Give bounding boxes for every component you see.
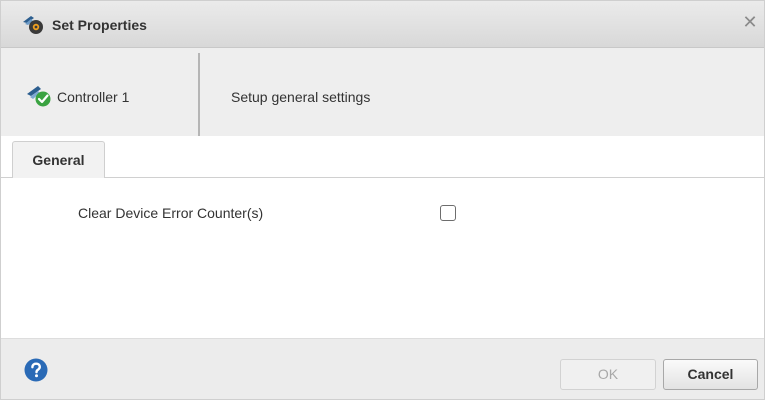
device-name: Controller 1 [57,89,130,105]
dialog-footer: OK Cancel [1,338,764,399]
clear-error-counters-checkbox[interactable] [440,205,456,221]
close-icon[interactable]: ✕ [738,11,762,35]
dialog-title: Set Properties [52,17,147,33]
dialog-titlebar: Set Properties ✕ [1,1,764,48]
controller-ok-icon [26,84,54,108]
help-icon[interactable] [24,358,48,382]
set-properties-dialog: Set Properties ✕ Controller 1 Setup gene… [0,0,765,400]
header-panel: Controller 1 Setup general settings [1,48,764,136]
cancel-button[interactable]: Cancel [663,359,758,390]
settings-gear-icon [21,13,45,35]
header-divider [198,53,200,136]
tab-bar: General [1,136,764,178]
general-tab-content: Clear Device Error Counter(s) [1,178,764,338]
ok-button[interactable]: OK [560,359,656,390]
clear-error-counters-label: Clear Device Error Counter(s) [78,205,264,221]
header-description: Setup general settings [231,89,371,105]
tab-general[interactable]: General [12,141,105,178]
